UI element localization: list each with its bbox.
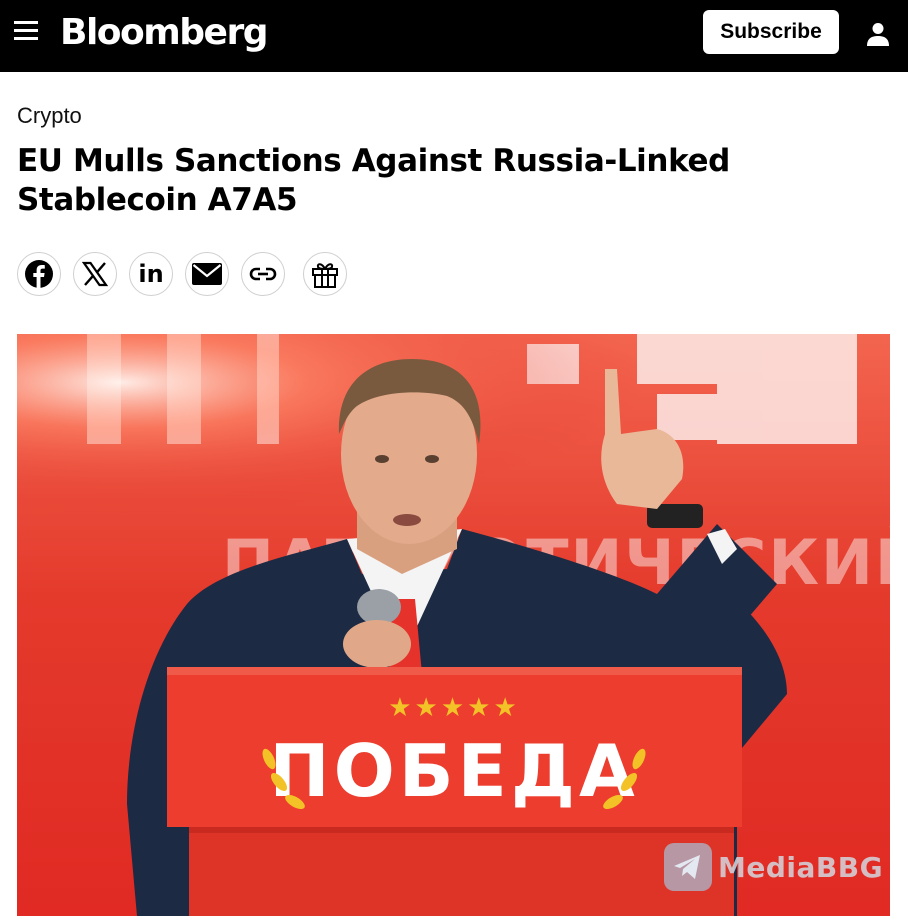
gift-article-button[interactable] [303,252,347,296]
user-icon[interactable] [864,20,892,48]
share-x-button[interactable] [73,252,117,296]
hero-image[interactable]: ПАТРИОТИЧЕСКИЙ ★★★★★ ПОБЕ [17,334,890,916]
share-email-button[interactable] [185,252,229,296]
article-headline: EU Mulls Sanctions Against Russia-Linked… [17,143,730,218]
facebook-icon [25,260,53,288]
linkedin-icon: in [138,260,164,288]
link-icon [249,267,277,281]
share-linkedin-button[interactable]: in [129,252,173,296]
share-link-button[interactable] [241,252,285,296]
email-icon [192,263,222,285]
section-kicker[interactable]: Crypto [17,102,82,130]
watermark-text: MediaBBG [718,850,884,884]
podium-slogan: ПОБЕДА [269,729,638,813]
share-facebook-button[interactable] [17,252,61,296]
watermark: MediaBBG [664,842,883,892]
bloomberg-logo[interactable]: Bloomberg [60,11,268,55]
hamburger-menu-icon[interactable] [14,21,40,43]
subscribe-button[interactable]: Subscribe [703,10,839,54]
gift-icon [312,263,338,288]
top-navigation-bar: Bloomberg Subscribe [0,0,908,72]
podium-stars: ★★★★★ [388,692,520,722]
x-icon [82,261,108,287]
telegram-icon [664,843,712,891]
